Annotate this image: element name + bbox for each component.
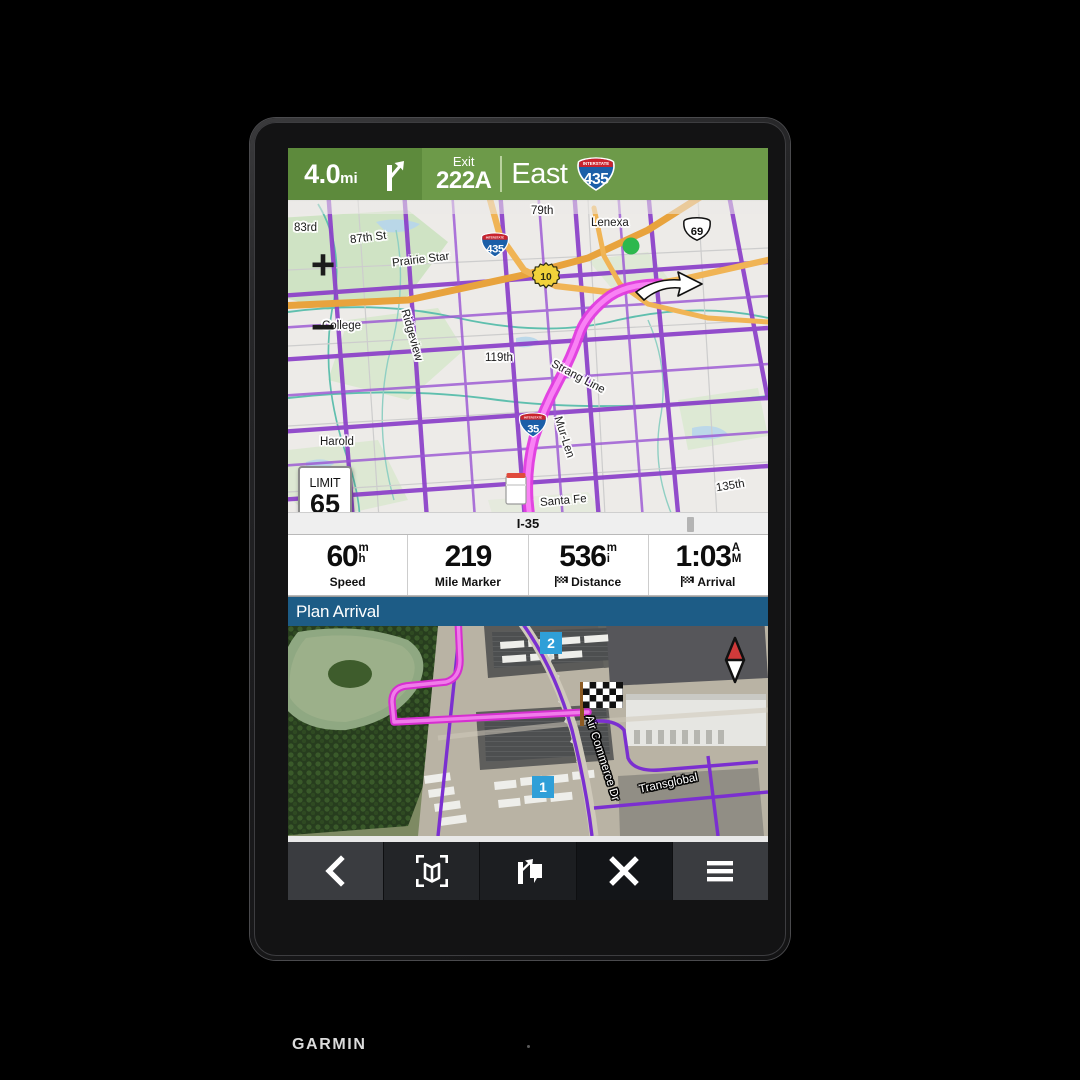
bottom-toolbar [288,842,768,900]
satellite-canvas [288,626,768,836]
microphone-hole [527,1045,530,1048]
exit-right-ramp-icon [386,161,404,191]
data-cell-mile-marker[interactable]: 219 Mile Marker [408,535,529,595]
map-shield-state10-icon: 10 [532,262,560,289]
hamburger-menu-icon [707,861,734,882]
distance-unit-bottom: i [606,553,610,566]
svg-text:435: 435 [584,171,610,188]
checkered-flag-icon [555,576,568,587]
route-detour-icon [518,859,542,884]
back-button[interactable] [288,842,385,900]
speed-limit-label: LIMIT [309,476,341,490]
distance-label: Distance [571,574,622,589]
current-road-name: I-35 [516,516,540,531]
zoom-out-label: − [310,303,336,351]
arrival-satellite-map[interactable]: Air Commerce Dr Transglobal 2 1 [288,626,768,836]
checkered-flag-icon [681,576,695,587]
garmin-brand-logo: GARMIN [292,1036,367,1053]
scroll-handle[interactable] [687,517,694,532]
exit-number: 222A [436,167,492,194]
interstate-shield-icon: INTERSTATE 435 [577,157,616,191]
zoom-in-label: + [310,241,336,289]
plan-arrival-banner[interactable]: Plan Arrival [288,596,768,626]
data-cell-speed[interactable]: 60 m h Speed [288,535,409,595]
data-cell-distance[interactable]: 536 m i Distance [529,535,649,595]
map-fullscreen-icon [415,855,448,887]
navigation-header: 4.0mi Exit 222A East INTERSTATE 435 [288,148,768,200]
distance-value: 536 [559,539,607,573]
speed-value: 60 [326,539,359,573]
svg-text:INTERSTATE: INTERSTATE [583,161,609,166]
waypoint-marker-1[interactable]: 1 [532,776,554,798]
navigation-map[interactable]: 83rd 87th St 79th Lenexa Prairie Star Co… [288,200,768,534]
map-shield-i435-icon: INTERSTATE 435 [480,232,510,258]
distance-to-turn-panel: 4.0mi [288,148,422,200]
plan-arrival-title: Plan Arrival [296,601,380,621]
chevron-left-icon [324,855,345,887]
map-shield-us69-icon: 69 [683,216,711,242]
trip-data-strip: 60 m h Speed 219 Mile Marker 536 m i Dis… [288,534,768,596]
zoom-in-button[interactable]: + [306,241,340,289]
svg-text:69: 69 [691,226,704,238]
mile-marker-value: 219 [444,539,493,573]
svg-text:35: 35 [527,424,539,436]
speed-label: Speed [329,574,366,589]
map-canvas [288,200,768,534]
zoom-out-button[interactable]: − [306,303,340,351]
svg-text:435: 435 [486,244,504,256]
header-divider [500,156,503,192]
travel-direction: East [511,157,568,190]
svg-text:INTERSTATE: INTERSTATE [524,415,542,419]
current-road-bar: I-35 [288,512,768,534]
device-screen: 4.0mi Exit 222A East INTERSTATE 435 83rd… [288,148,768,900]
exit-direction-panel: Exit 222A East INTERSTATE 435 [422,148,768,200]
detour-button[interactable] [480,842,577,900]
mile-marker-label: Mile Marker [434,574,501,589]
map-view-button[interactable] [384,842,481,900]
distance-value: 4.0 [304,158,341,189]
svg-text:10: 10 [540,272,552,283]
arrival-meridiem-bottom: M [731,553,742,566]
exit-info: Exit 222A [436,155,492,194]
waypoint-marker-2[interactable]: 2 [540,632,562,654]
menu-button[interactable] [672,842,768,900]
map-shield-i35-icon: INTERSTATE 35 [518,412,548,438]
data-cell-arrival[interactable]: 1:03 A M Arrival [649,535,768,595]
distance-unit: mi [340,169,358,187]
svg-text:INTERSTATE: INTERSTATE [486,235,504,239]
stop-route-button[interactable] [576,842,673,900]
close-x-icon [609,856,640,886]
speed-unit-bottom: h [358,553,366,566]
arrival-value: 1:03 [675,539,731,573]
arrival-label: Arrival [697,574,736,589]
